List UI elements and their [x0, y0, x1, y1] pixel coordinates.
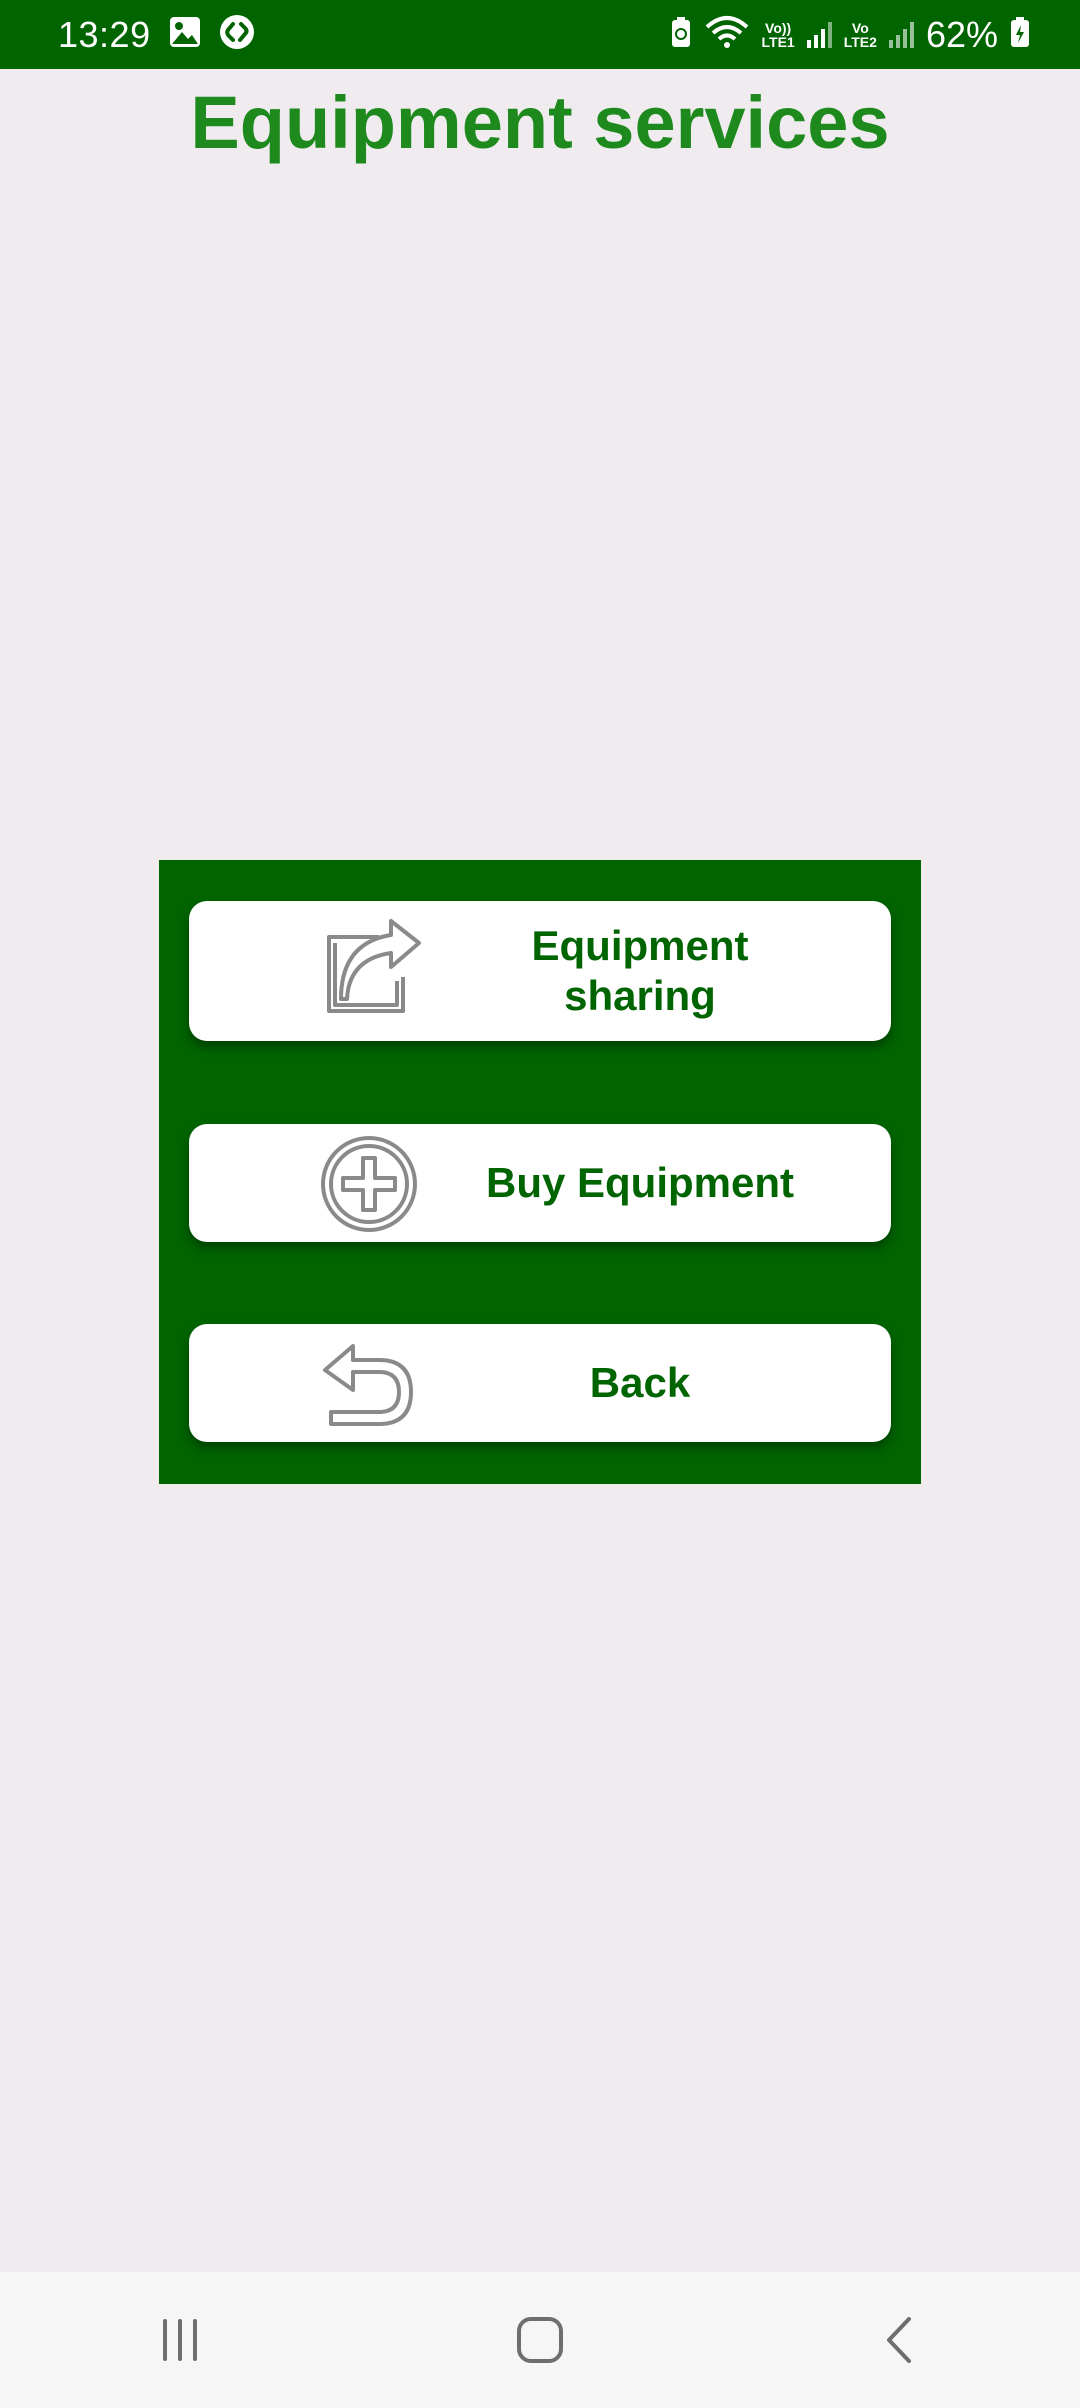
equipment-sharing-label-line2: sharing — [564, 972, 716, 1019]
network-label-2-top: Vo — [851, 19, 869, 36]
home-icon[interactable] — [480, 2290, 600, 2390]
network-label-1-bottom: LTE1 — [761, 33, 795, 50]
shazam-icon — [219, 14, 255, 55]
battery-icon — [1010, 16, 1030, 53]
buy-equipment-label: Buy Equipment — [485, 1159, 794, 1206]
network-label-2: Vo LTE2 — [844, 21, 877, 49]
back-label: Back — [589, 1359, 691, 1406]
battery-percent: 62% — [925, 13, 998, 55]
network-label-2-bottom: LTE2 — [843, 33, 877, 50]
battery-saver-icon — [670, 16, 692, 53]
equipment-sharing-label: Equipment sharing — [429, 921, 851, 1021]
share-icon — [319, 915, 429, 1030]
status-bar: 13:29 Vo)) LTE1 Vo LTE2 62% — [0, 0, 1080, 69]
network-label-1-top: Vo)) — [765, 19, 792, 36]
equipment-sharing-button[interactable]: Equipment sharing — [189, 901, 891, 1041]
wifi-icon — [704, 15, 750, 54]
plus-circle-icon — [319, 1134, 419, 1239]
network-label-1: Vo)) LTE1 — [762, 21, 795, 49]
clock: 13:29 — [58, 13, 151, 55]
image-icon — [169, 16, 201, 53]
back-button[interactable]: Back — [189, 1324, 891, 1442]
page-title: Equipment services — [190, 81, 890, 164]
menu-panel: Equipment sharing Buy Equipment Back — [159, 860, 921, 1484]
signal-icon — [806, 21, 832, 48]
back-arrow-icon — [319, 1342, 419, 1437]
signal-icon-2 — [888, 21, 914, 48]
buy-equipment-button[interactable]: Buy Equipment — [189, 1124, 891, 1242]
recent-apps-icon[interactable] — [120, 2290, 240, 2390]
navigation-bar — [0, 2272, 1080, 2408]
equipment-sharing-label-line1: Equipment — [531, 922, 749, 969]
back-icon[interactable] — [840, 2290, 960, 2390]
